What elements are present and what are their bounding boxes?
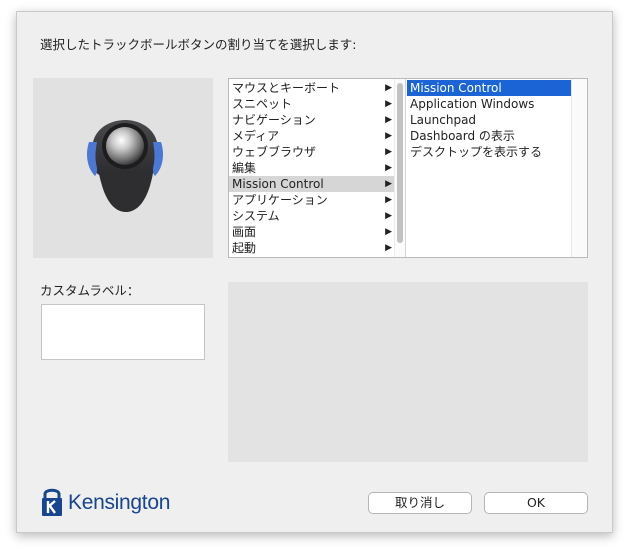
action-item[interactable]: Launchpad: [407, 112, 571, 128]
category-item-label: 画面: [232, 225, 257, 239]
action-item-label: Launchpad: [410, 113, 477, 127]
category-item[interactable]: スニペット ▶: [229, 96, 394, 112]
category-item[interactable]: システム ▶: [229, 208, 394, 224]
category-item-label: 編集: [232, 161, 257, 175]
action-item-label: Dashboard の表示: [410, 129, 515, 143]
category-item[interactable]: アプリケーション ▶: [229, 192, 394, 208]
category-item-label: ウェブブラウザ: [232, 145, 317, 159]
dialog-prompt: 選択したトラックボールボタンの割り当てを選択します:: [40, 37, 357, 52]
cancel-button[interactable]: 取り消し: [368, 492, 472, 514]
category-column: マウスとキーボート ▶ スニペット ▶ ナビゲーション ▶ メディア ▶ ウェブブラウザ ▶ 編集 ▶…: [229, 79, 394, 257]
description-panel: [228, 282, 588, 462]
kensington-logo: Kensington: [40, 486, 180, 518]
custom-label-input[interactable]: [41, 304, 205, 360]
submenu-arrow-icon: ▶: [385, 131, 392, 141]
category-item[interactable]: マウスとキーボート ▶: [229, 80, 394, 96]
submenu-arrow-icon: ▶: [385, 211, 392, 221]
action-item[interactable]: Dashboard の表示: [407, 128, 571, 144]
category-item[interactable]: 編集 ▶: [229, 160, 394, 176]
submenu-arrow-icon: ▶: [385, 163, 392, 173]
submenu-arrow-icon: ▶: [385, 147, 392, 157]
category-item[interactable]: ナビゲーション ▶: [229, 112, 394, 128]
submenu-arrow-icon: ▶: [385, 195, 392, 205]
action-item-label: Mission Control: [410, 81, 502, 95]
assignment-browser: マウスとキーボート ▶ スニペット ▶ ナビゲーション ▶ メディア ▶ ウェブブラウザ ▶ 編集 ▶…: [228, 78, 588, 258]
submenu-arrow-icon: ▶: [385, 227, 392, 237]
category-item-label: メディア: [232, 129, 280, 143]
category-scroll-thumb[interactable]: [397, 83, 403, 243]
category-item-label: システム: [232, 209, 280, 223]
submenu-arrow-icon: ▶: [385, 243, 392, 253]
category-item-label: マウスとキーボート: [232, 81, 341, 95]
kensington-wordmark: Kensington: [68, 491, 171, 514]
category-item-label: アプリケーション: [232, 193, 328, 207]
category-item-label: 起動: [232, 241, 257, 255]
category-item-label: Mission Control: [232, 177, 324, 191]
trackball-ball[interactable]: [106, 127, 144, 165]
ok-button[interactable]: OK: [484, 492, 588, 514]
submenu-arrow-icon: ▶: [385, 83, 392, 93]
left-button[interactable]: [87, 142, 97, 176]
submenu-arrow-icon: ▶: [385, 179, 392, 189]
action-scrollbar[interactable]: [571, 79, 587, 257]
category-item-label: スニペット: [232, 97, 293, 111]
right-button[interactable]: [153, 142, 163, 176]
action-column: Mission Control Application Windows Launch…: [407, 79, 571, 257]
action-item[interactable]: デスクトップを表示する: [407, 144, 571, 160]
category-item[interactable]: Mission Control ▶: [229, 176, 394, 192]
submenu-arrow-icon: ▶: [385, 115, 392, 125]
category-item[interactable]: 起動 ▶: [229, 240, 394, 256]
action-item[interactable]: Mission Control: [407, 80, 571, 96]
submenu-arrow-icon: ▶: [385, 99, 392, 109]
category-scrollbar[interactable]: [394, 79, 406, 257]
action-item-label: デスクトップを表示する: [410, 145, 543, 159]
category-item[interactable]: メディア ▶: [229, 128, 394, 144]
action-item-label: Application Windows: [410, 97, 535, 111]
custom-label-title: カスタムラベル：: [40, 283, 140, 298]
category-item-label: ナビゲーション: [232, 113, 316, 127]
trackball-device-image: [87, 120, 163, 212]
trackball-preview: [33, 78, 213, 258]
category-item[interactable]: ウェブブラウザ ▶: [229, 144, 394, 160]
action-item[interactable]: Application Windows: [407, 96, 571, 112]
category-item[interactable]: 画面 ▶: [229, 224, 394, 240]
kensington-lock-icon: [42, 488, 62, 516]
